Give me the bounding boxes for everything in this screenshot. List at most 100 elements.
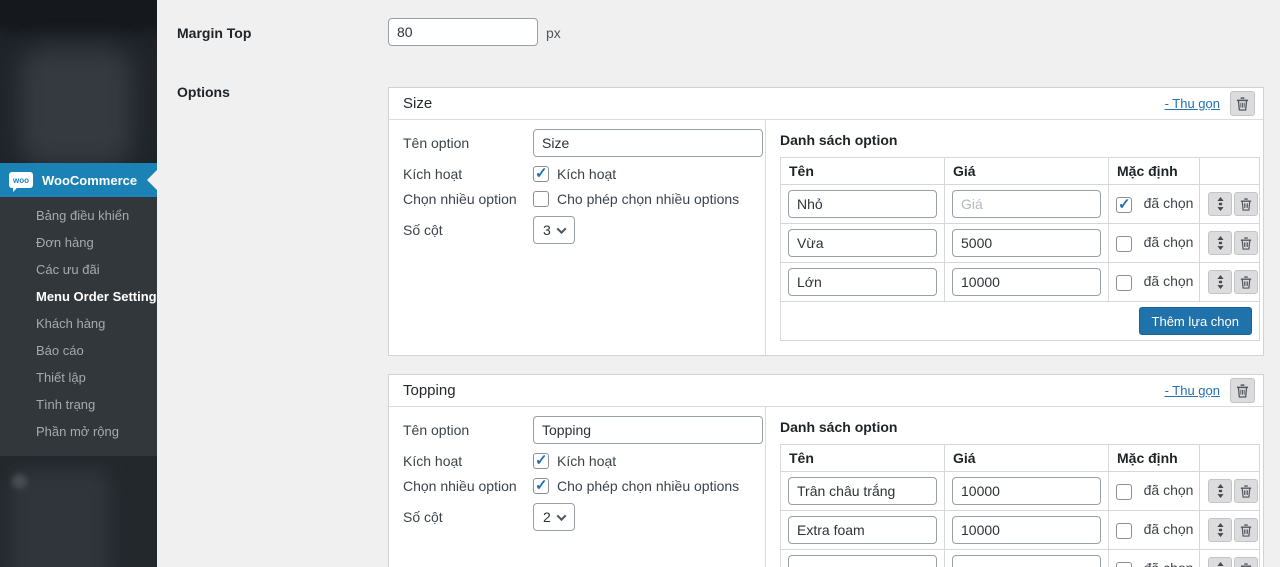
columns-row: Số cột 2 xyxy=(403,503,765,531)
collapse-link[interactable]: - Thu gọn xyxy=(1165,383,1220,398)
panel-title: Topping xyxy=(403,382,1165,399)
margin-top-row: Margin Top px xyxy=(177,18,1280,46)
option-value-name-input[interactable] xyxy=(788,516,937,544)
multi-select-label: Chọn nhiều option xyxy=(403,191,533,207)
option-value-price-input[interactable] xyxy=(952,477,1101,505)
panel-settings: Tên option Kích hoạt Kích hoạt Chọn nhiề… xyxy=(389,407,766,567)
delete-row-button[interactable] xyxy=(1234,270,1258,294)
option-value-price-input[interactable] xyxy=(952,516,1101,544)
panel-settings: Tên option Kích hoạt Kích hoạt Chọn nhiề… xyxy=(389,120,766,355)
move-row-button[interactable] xyxy=(1208,231,1232,255)
option-value-name-input[interactable] xyxy=(788,477,937,505)
default-checkbox-label: đã chọn xyxy=(1144,273,1194,289)
option-list: Danh sách option Tên Giá Mặc định xyxy=(766,120,1266,355)
default-checkbox[interactable] xyxy=(1116,197,1132,213)
option-value-price-input[interactable] xyxy=(952,555,1101,567)
woocommerce-label: WooCommerce xyxy=(42,173,137,188)
sidebar-item-reports[interactable]: Báo cáo xyxy=(0,337,157,364)
activate-checkbox[interactable] xyxy=(533,166,549,182)
column-header-default: Mặc định xyxy=(1109,158,1200,185)
option-list-heading: Danh sách option xyxy=(780,419,1260,435)
multi-select-checkbox[interactable] xyxy=(533,478,549,494)
sidebar-item-woocommerce[interactable]: woo WooCommerce xyxy=(0,163,157,197)
option-value-name-input[interactable] xyxy=(788,268,937,296)
activate-checkbox-label: Kích hoạt xyxy=(557,166,616,182)
delete-row-button[interactable] xyxy=(1234,557,1258,567)
columns-select[interactable]: 3 xyxy=(533,216,575,244)
move-row-button[interactable] xyxy=(1208,518,1232,542)
trash-icon xyxy=(1240,563,1252,567)
columns-row: Số cột 3 xyxy=(403,216,765,244)
column-header-actions xyxy=(1200,445,1260,472)
sidebar-item-orders[interactable]: Đơn hàng xyxy=(0,229,157,256)
sidebar-item-coupons[interactable]: Các ưu đãi xyxy=(0,256,157,283)
move-row-button[interactable] xyxy=(1208,479,1232,503)
delete-row-button[interactable] xyxy=(1234,518,1258,542)
default-checkbox-label: đã chọn xyxy=(1144,560,1194,567)
column-header-price: Giá xyxy=(945,158,1109,185)
sidebar-item-customers[interactable]: Khách hàng xyxy=(0,310,157,337)
trash-icon xyxy=(1240,198,1252,211)
option-value-price-input[interactable] xyxy=(952,190,1101,218)
option-value-price-input[interactable] xyxy=(952,229,1101,257)
default-checkbox[interactable] xyxy=(1116,523,1132,539)
sidebar-item-extensions[interactable]: Phần mở rộng xyxy=(0,418,157,445)
collapse-link[interactable]: - Thu gọn xyxy=(1165,96,1220,111)
chevron-down-icon xyxy=(556,224,566,234)
delete-row-button[interactable] xyxy=(1234,479,1258,503)
delete-row-button[interactable] xyxy=(1234,231,1258,255)
active-menu-arrow xyxy=(147,170,157,190)
multi-select-checkbox-label: Cho phép chọn nhiều options xyxy=(557,478,739,494)
columns-select-value: 3 xyxy=(543,222,551,238)
admin-sidebar: woo WooCommerce Bảng điều khiển Đơn hàng… xyxy=(0,0,157,567)
options-row: Options Size - Thu gọn xyxy=(177,77,1280,567)
move-row-button[interactable] xyxy=(1208,557,1232,567)
table-row: đã chọn xyxy=(781,185,1260,224)
add-option-button[interactable]: Thêm lựa chọn xyxy=(1139,307,1252,335)
option-name-input[interactable] xyxy=(533,416,763,444)
trash-icon xyxy=(1236,384,1249,398)
move-row-button[interactable] xyxy=(1208,270,1232,294)
sidebar-item-menu-order-setting[interactable]: Menu Order Setting xyxy=(0,283,157,310)
panel-body: Tên option Kích hoạt Kích hoạt Chọn nhiề… xyxy=(389,407,1263,567)
option-value-name-input[interactable] xyxy=(788,555,937,567)
activate-checkbox-label: Kích hoạt xyxy=(557,453,616,469)
sidebar-blurred-bottom xyxy=(0,456,157,567)
default-checkbox[interactable] xyxy=(1116,275,1132,291)
activate-checkbox[interactable] xyxy=(533,453,549,469)
margin-top-input[interactable] xyxy=(388,18,538,46)
blur-shape xyxy=(12,474,27,489)
sidebar-item-settings[interactable]: Thiết lập xyxy=(0,364,157,391)
multi-select-checkbox[interactable] xyxy=(533,191,549,207)
option-value-price-input[interactable] xyxy=(952,268,1101,296)
option-name-row: Tên option xyxy=(403,129,765,157)
column-header-actions xyxy=(1200,158,1260,185)
option-value-name-input[interactable] xyxy=(788,190,937,218)
move-row-button[interactable] xyxy=(1208,192,1232,216)
trash-icon xyxy=(1240,485,1252,498)
default-checkbox[interactable] xyxy=(1116,236,1132,252)
column-header-name: Tên xyxy=(781,445,945,472)
sidebar-item-status[interactable]: Tình trạng xyxy=(0,391,157,418)
delete-panel-button[interactable] xyxy=(1230,378,1255,403)
option-value-name-input[interactable] xyxy=(788,229,937,257)
columns-select[interactable]: 2 xyxy=(533,503,575,531)
option-name-input[interactable] xyxy=(533,129,763,157)
option-panels: Size - Thu gọn Tên option xyxy=(388,87,1264,567)
sidebar-item-dashboard[interactable]: Bảng điều khiển xyxy=(0,202,157,229)
panel-header: Size - Thu gọn xyxy=(389,88,1263,120)
option-name-row: Tên option xyxy=(403,416,765,444)
default-checkbox[interactable] xyxy=(1116,484,1132,500)
options-label: Options xyxy=(177,77,388,567)
blur-shape xyxy=(0,0,157,32)
default-checkbox[interactable] xyxy=(1116,562,1132,567)
move-vertical-icon xyxy=(1216,484,1225,498)
table-header-row: Tên Giá Mặc định xyxy=(781,158,1260,185)
option-table: Tên Giá Mặc định đã chọn xyxy=(780,157,1260,341)
multi-select-checkbox-label: Cho phép chọn nhiều options xyxy=(557,191,739,207)
delete-row-button[interactable] xyxy=(1234,192,1258,216)
delete-panel-button[interactable] xyxy=(1230,91,1255,116)
multi-select-label: Chọn nhiều option xyxy=(403,478,533,494)
move-vertical-icon xyxy=(1216,523,1225,537)
default-checkbox-label: đã chọn xyxy=(1144,521,1194,537)
